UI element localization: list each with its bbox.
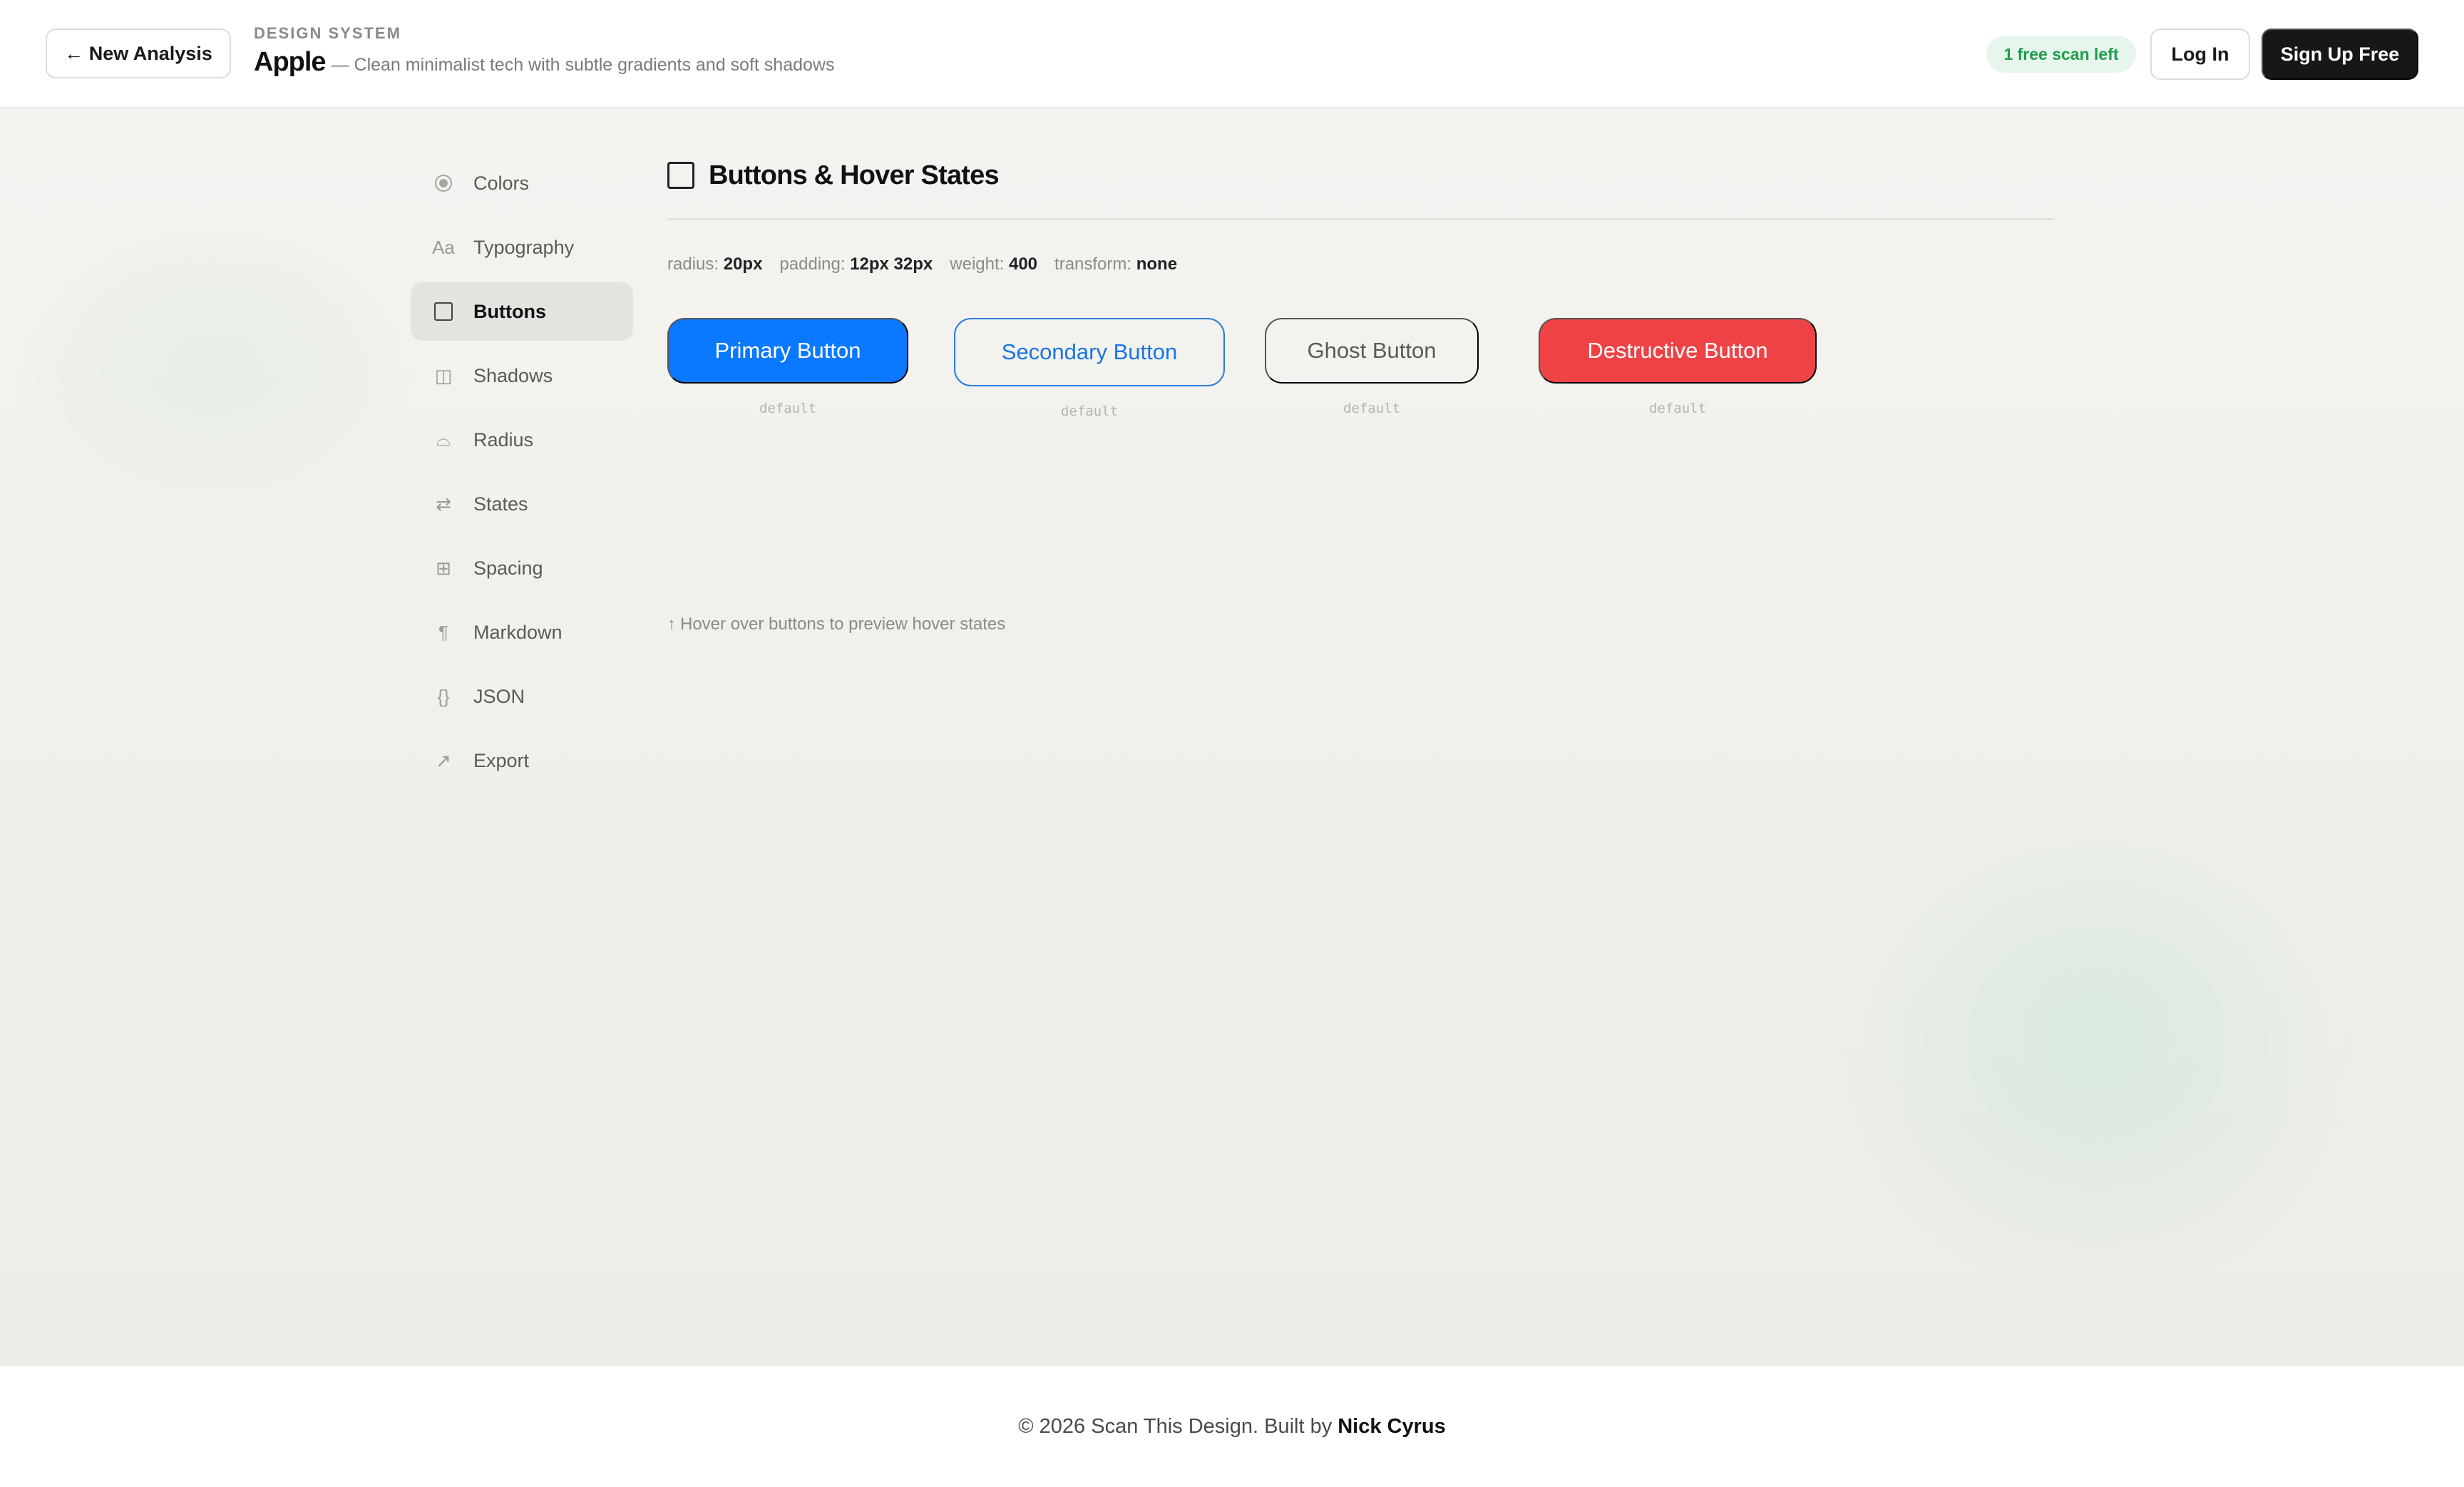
- top-header: ← New Analysis DESIGN SYSTEM Apple — Cle…: [0, 0, 2464, 108]
- free-scan-badge: 1 free scan left: [1986, 36, 2136, 73]
- palette-icon: [426, 175, 461, 192]
- swap-arrows-icon: ⇄: [436, 493, 451, 515]
- footer-author-link[interactable]: Nick Cyrus: [1338, 1415, 1446, 1439]
- sidebar-item-label: Export: [473, 749, 530, 771]
- button-square-icon: [667, 162, 694, 189]
- sidebar-item-colors[interactable]: Colors: [411, 154, 633, 212]
- spec-padding: padding: 12px 32px: [779, 254, 933, 274]
- radius-icon: ⌓: [436, 428, 451, 450]
- sidebar-item-label: Markdown: [473, 621, 563, 643]
- section-divider: [667, 218, 2053, 220]
- sidebar-item-spacing[interactable]: ⊞ Spacing: [411, 539, 633, 597]
- arrow-up-icon: ↑: [667, 614, 676, 634]
- button-specs: radius: 20px padding: 12px 32px weight: …: [667, 254, 2053, 274]
- spec-weight: weight: 400: [950, 254, 1038, 274]
- page-footer: © 2026 Scan This Design. Built by Nick C…: [0, 1366, 2464, 1487]
- grid-icon: ⊞: [436, 557, 451, 579]
- sidebar-item-label: Radius: [473, 428, 534, 451]
- sidebar-item-shadows[interactable]: ◫ Shadows: [411, 346, 633, 405]
- sidebar-item-typography[interactable]: Aa Typography: [411, 218, 633, 277]
- typography-icon: Aa: [432, 236, 455, 258]
- new-analysis-button[interactable]: ← New Analysis: [46, 29, 231, 78]
- shadow-icon: ◫: [434, 364, 453, 386]
- sidebar-item-json[interactable]: {} JSON: [411, 667, 633, 726]
- pilcrow-icon: ¶: [438, 621, 448, 643]
- sidebar-item-label: States: [473, 493, 528, 515]
- hover-hint-text: Hover over buttons to preview hover stat…: [680, 614, 1006, 634]
- spec-radius: radius: 20px: [667, 254, 763, 274]
- destructive-button[interactable]: Destructive Button: [1539, 318, 1817, 384]
- button-square-icon: [426, 302, 461, 321]
- sidebar-item-label: JSON: [473, 685, 525, 707]
- sidebar-item-label: Spacing: [473, 557, 543, 579]
- primary-button[interactable]: Primary Button: [667, 318, 908, 384]
- spec-transform: transform: none: [1054, 254, 1178, 274]
- state-label: default: [1343, 401, 1401, 416]
- design-system-eyebrow: DESIGN SYSTEM: [254, 24, 401, 42]
- state-label: default: [1060, 403, 1119, 419]
- sidebar-item-states[interactable]: ⇄ States: [411, 475, 633, 533]
- state-label: default: [759, 401, 817, 416]
- section-title: Buttons & Hover States: [709, 160, 1000, 190]
- hover-hint: ↑ Hover over buttons to preview hover st…: [667, 614, 1005, 634]
- secondary-button[interactable]: Secondary Button: [954, 318, 1225, 386]
- sidebar-item-label: Buttons: [473, 300, 546, 322]
- login-button[interactable]: Log In: [2150, 29, 2250, 80]
- button-demo-row: Primary Button default Secondary Button …: [667, 318, 2053, 634]
- brand-tagline: — Clean minimalist tech with subtle grad…: [331, 55, 835, 75]
- ghost-button[interactable]: Ghost Button: [1265, 318, 1479, 384]
- sidebar-item-markdown[interactable]: ¶ Markdown: [411, 603, 633, 662]
- export-arrow-icon: ↗: [436, 749, 451, 771]
- brand-name: Apple: [254, 47, 327, 77]
- sidebar-item-label: Typography: [473, 236, 575, 258]
- main-background: [0, 108, 2464, 1366]
- sidebar-item-export[interactable]: ↗ Export: [411, 731, 633, 790]
- buttons-section: Buttons & Hover States radius: 20px padd…: [667, 154, 2053, 634]
- sidebar-item-buttons[interactable]: Buttons: [411, 282, 633, 341]
- brand-line: Apple — Clean minimalist tech with subtl…: [254, 47, 834, 78]
- signup-button[interactable]: Sign Up Free: [2262, 29, 2418, 80]
- sidebar-item-label: Colors: [473, 172, 530, 194]
- state-label: default: [1648, 401, 1707, 416]
- braces-icon: {}: [437, 685, 450, 707]
- sidebar-item-radius[interactable]: ⌓ Radius: [411, 411, 633, 469]
- section-header: Buttons & Hover States: [667, 154, 2053, 197]
- footer-text: © 2026 Scan This Design. Built by: [1018, 1414, 1333, 1438]
- sidebar-item-label: Shadows: [473, 364, 553, 386]
